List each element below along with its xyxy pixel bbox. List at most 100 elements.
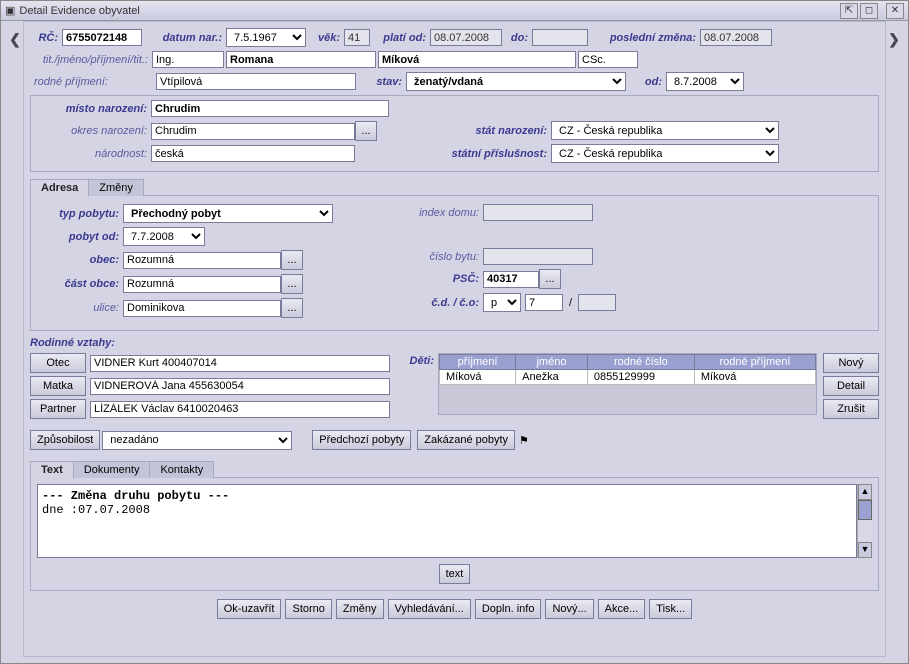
pobyt-od-field[interactable]: 7.7.2008 (123, 227, 205, 246)
jmeno-label: tit./jméno/příjmení/tit.: (30, 54, 152, 66)
narodnost-field[interactable] (151, 145, 355, 162)
main-panel: RČ: datum nar.: 7.5.1967 věk: platí od: … (23, 21, 886, 657)
statni-prislusnost-label: státní příslušnost: (437, 148, 551, 160)
typ-pobytu-label: typ pobytu: (39, 208, 123, 220)
plati-od-field (430, 29, 502, 46)
kids-detail-button[interactable]: Detail (823, 376, 879, 396)
typ-pobytu-select[interactable]: Přechodný pobyt (123, 204, 333, 223)
scroll-up-icon[interactable]: ▲ (858, 484, 872, 500)
statni-prislusnost-select[interactable]: CZ - Česká republika (551, 144, 779, 163)
matka-button[interactable]: Matka (30, 376, 86, 396)
storno-button[interactable]: Storno (285, 599, 331, 619)
predchozi-pobyty-button[interactable]: Předchozí pobyty (312, 430, 411, 450)
tab-dokumenty[interactable]: Dokumenty (73, 461, 151, 478)
ulice-field[interactable] (123, 300, 281, 317)
cast-obce-field[interactable] (123, 276, 281, 293)
obec-lookup-button[interactable]: ... (281, 250, 303, 270)
tab-zmeny[interactable]: Změny (88, 179, 144, 196)
table-row[interactable]: Míková Anežka 0855129999 Míková (440, 370, 816, 385)
birth-group: místo narození: okres narození: ... náro… (30, 95, 879, 172)
psc-field[interactable] (483, 271, 539, 288)
prijmeni-field[interactable] (378, 51, 576, 68)
rc-field[interactable] (62, 29, 142, 46)
vek-field (344, 29, 370, 46)
footer: Ok-uzavřít Storno Změny Vyhledávání... D… (30, 591, 879, 623)
okres-narozeni-label: okres narození: (37, 125, 151, 137)
slash-label: / (563, 297, 578, 309)
plati-od-label: platí od: (370, 32, 430, 44)
nav-prev-icon[interactable]: ❮ (7, 21, 23, 657)
tab-kontakty[interactable]: Kontakty (149, 461, 214, 478)
misto-narozeni-label: místo narození: (37, 103, 151, 115)
stav-od-label: od: (626, 76, 666, 88)
kids-col-rc: rodné číslo (587, 355, 694, 370)
zmeny-button[interactable]: Změny (336, 599, 384, 619)
psc-lookup-button[interactable]: ... (539, 269, 561, 289)
rodne-prijmeni-field[interactable] (156, 73, 356, 90)
datum-nar-field[interactable]: 7.5.1967 (226, 28, 306, 47)
cislo-bytu-field (483, 248, 593, 265)
text-button[interactable]: text (439, 564, 471, 584)
vek-label: věk: (306, 32, 344, 44)
kids-novy-button[interactable]: Nový (823, 353, 879, 373)
scroll-thumb[interactable] (858, 500, 872, 520)
okres-lookup-button[interactable]: ... (355, 121, 377, 141)
stav-od-field[interactable]: 8.7.2008 (666, 72, 744, 91)
scrollbar[interactable]: ▲ ▼ (857, 484, 872, 558)
posledni-zmena-field (700, 29, 772, 46)
tisk-button[interactable]: Tisk... (649, 599, 692, 619)
maximize-icon[interactable]: ◻ (860, 3, 878, 19)
obec-label: obec: (39, 254, 123, 266)
stat-narozeni-select[interactable]: CZ - Česká republika (551, 121, 779, 140)
kids-zrusit-button[interactable]: Zrušit (823, 399, 879, 419)
tab-text[interactable]: Text (30, 461, 74, 478)
kids-table[interactable]: příjmení jméno rodné číslo rodné příjmen… (439, 354, 816, 385)
zpusobilost-button[interactable]: Způsobilost (30, 430, 100, 450)
okres-narozeni-field[interactable] (151, 123, 355, 140)
partner-button[interactable]: Partner (30, 399, 86, 419)
novy-button[interactable]: Nový... (545, 599, 593, 619)
co-field (578, 294, 616, 311)
zpusobilost-select[interactable]: nezadáno (102, 431, 292, 450)
deti-label: Děti: (398, 353, 438, 422)
restore-icon[interactable]: ⇱ (840, 3, 858, 19)
flag-icon[interactable]: ⚑ (519, 434, 529, 447)
otec-button[interactable]: Otec (30, 353, 86, 373)
otec-field[interactable] (90, 355, 390, 372)
obec-field[interactable] (123, 252, 281, 269)
titul1-field[interactable] (152, 51, 224, 68)
kids-col-rp: rodné příjmení (694, 355, 815, 370)
misto-narozeni-field[interactable] (151, 100, 389, 117)
dopln-info-button[interactable]: Dopln. info (475, 599, 542, 619)
vyhledavani-button[interactable]: Vyhledávání... (388, 599, 471, 619)
ok-uzavrit-button[interactable]: Ok-uzavřít (217, 599, 282, 619)
address-tabs: Adresa Změny (30, 179, 879, 196)
psc-label: PSČ: (389, 273, 483, 285)
titlebar: ▣ Detail Evidence obyvatel ⇱ ◻ ✕ (1, 1, 908, 21)
stav-label: stav: (356, 76, 406, 88)
notes-tabbody: --- Změna druhu pobytu --- dne :07.07.20… (30, 477, 879, 591)
titul2-field[interactable] (578, 51, 638, 68)
stav-select[interactable]: ženatý/vdaná (406, 72, 626, 91)
nav-next-icon[interactable]: ❯ (886, 21, 902, 657)
tab-adresa[interactable]: Adresa (30, 179, 89, 196)
cd-co-label: č.d. / č.o: (389, 297, 483, 309)
ulice-lookup-button[interactable]: ... (281, 298, 303, 318)
ulice-label: ulice: (39, 302, 123, 314)
akce-button[interactable]: Akce... (598, 599, 646, 619)
partner-field[interactable] (90, 401, 390, 418)
notes-textarea[interactable]: --- Změna druhu pobytu --- dne :07.07.20… (37, 484, 857, 558)
kids-col-jmeno: jméno (516, 355, 588, 370)
cast-obce-lookup-button[interactable]: ... (281, 274, 303, 294)
jmeno-field[interactable] (226, 51, 376, 68)
posledni-zmena-label: poslední změna: (588, 32, 700, 44)
scroll-down-icon[interactable]: ▼ (858, 542, 872, 558)
index-domu-field (483, 204, 593, 221)
matka-field[interactable] (90, 378, 390, 395)
close-icon[interactable]: ✕ (886, 3, 904, 19)
do-label: do: (502, 32, 532, 44)
cd-field[interactable] (525, 294, 563, 311)
kids-table-wrap: příjmení jméno rodné číslo rodné příjmen… (438, 353, 817, 415)
zakazane-pobyty-button[interactable]: Zakázané pobyty (417, 430, 515, 450)
cd-type-select[interactable]: p (483, 293, 521, 312)
